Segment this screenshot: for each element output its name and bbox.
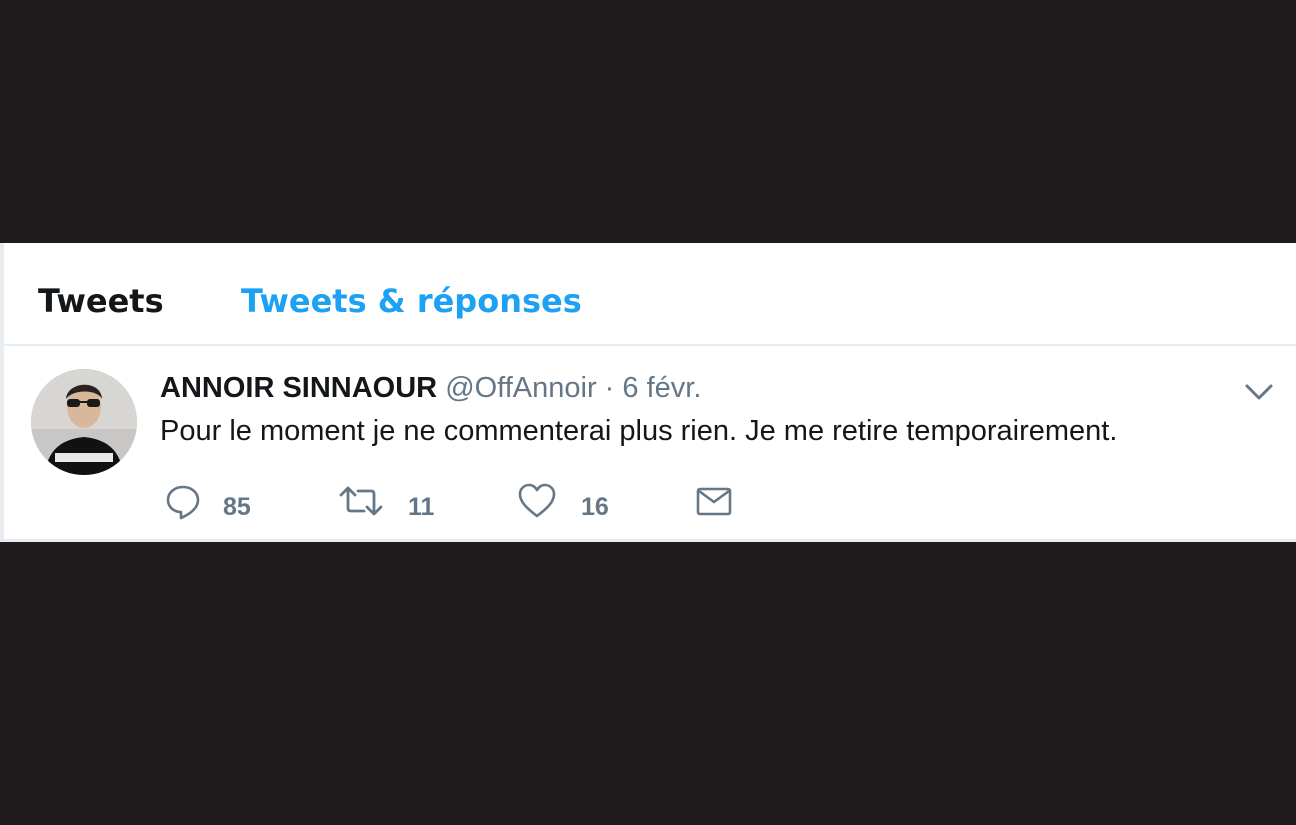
- retweet-button[interactable]: 11: [338, 481, 434, 521]
- chevron-down-icon[interactable]: [1244, 380, 1274, 404]
- header-separator: ·: [604, 372, 615, 404]
- tweet[interactable]: ANNOIR SINNAOUR @OffAnnoir · 6 févr. Pou…: [4, 346, 1296, 539]
- author-name[interactable]: ANNOIR SINNAOUR: [160, 372, 437, 404]
- tweet-date[interactable]: 6 févr.: [622, 372, 701, 404]
- tab-tweets[interactable]: Tweets: [38, 283, 164, 319]
- direct-message-button[interactable]: [694, 481, 734, 521]
- tweet-header: ANNOIR SINNAOUR @OffAnnoir · 6 févr.: [160, 370, 701, 406]
- timeline-tabs: Tweets Tweets & réponses: [4, 243, 1296, 346]
- retweet-count: 11: [408, 492, 435, 521]
- like-button[interactable]: 16: [517, 481, 609, 521]
- retweet-icon: [339, 486, 383, 516]
- reply-button[interactable]: 85: [164, 481, 251, 521]
- profile-timeline-card: Tweets Tweets & réponses ANNOIR SINNAOUR…: [0, 243, 1296, 542]
- author-handle[interactable]: @OffAnnoir: [445, 372, 596, 404]
- heart-icon: [518, 483, 556, 518]
- reply-icon: [166, 485, 200, 520]
- tweet-text: Pour le moment je ne commenterai plus ri…: [160, 415, 1118, 447]
- avatar[interactable]: [31, 369, 137, 475]
- envelope-icon: [696, 487, 732, 516]
- profile-photo: [31, 369, 137, 475]
- reply-count: 85: [223, 492, 251, 521]
- tab-tweets-and-replies[interactable]: Tweets & réponses: [241, 283, 582, 319]
- like-count: 16: [581, 492, 609, 521]
